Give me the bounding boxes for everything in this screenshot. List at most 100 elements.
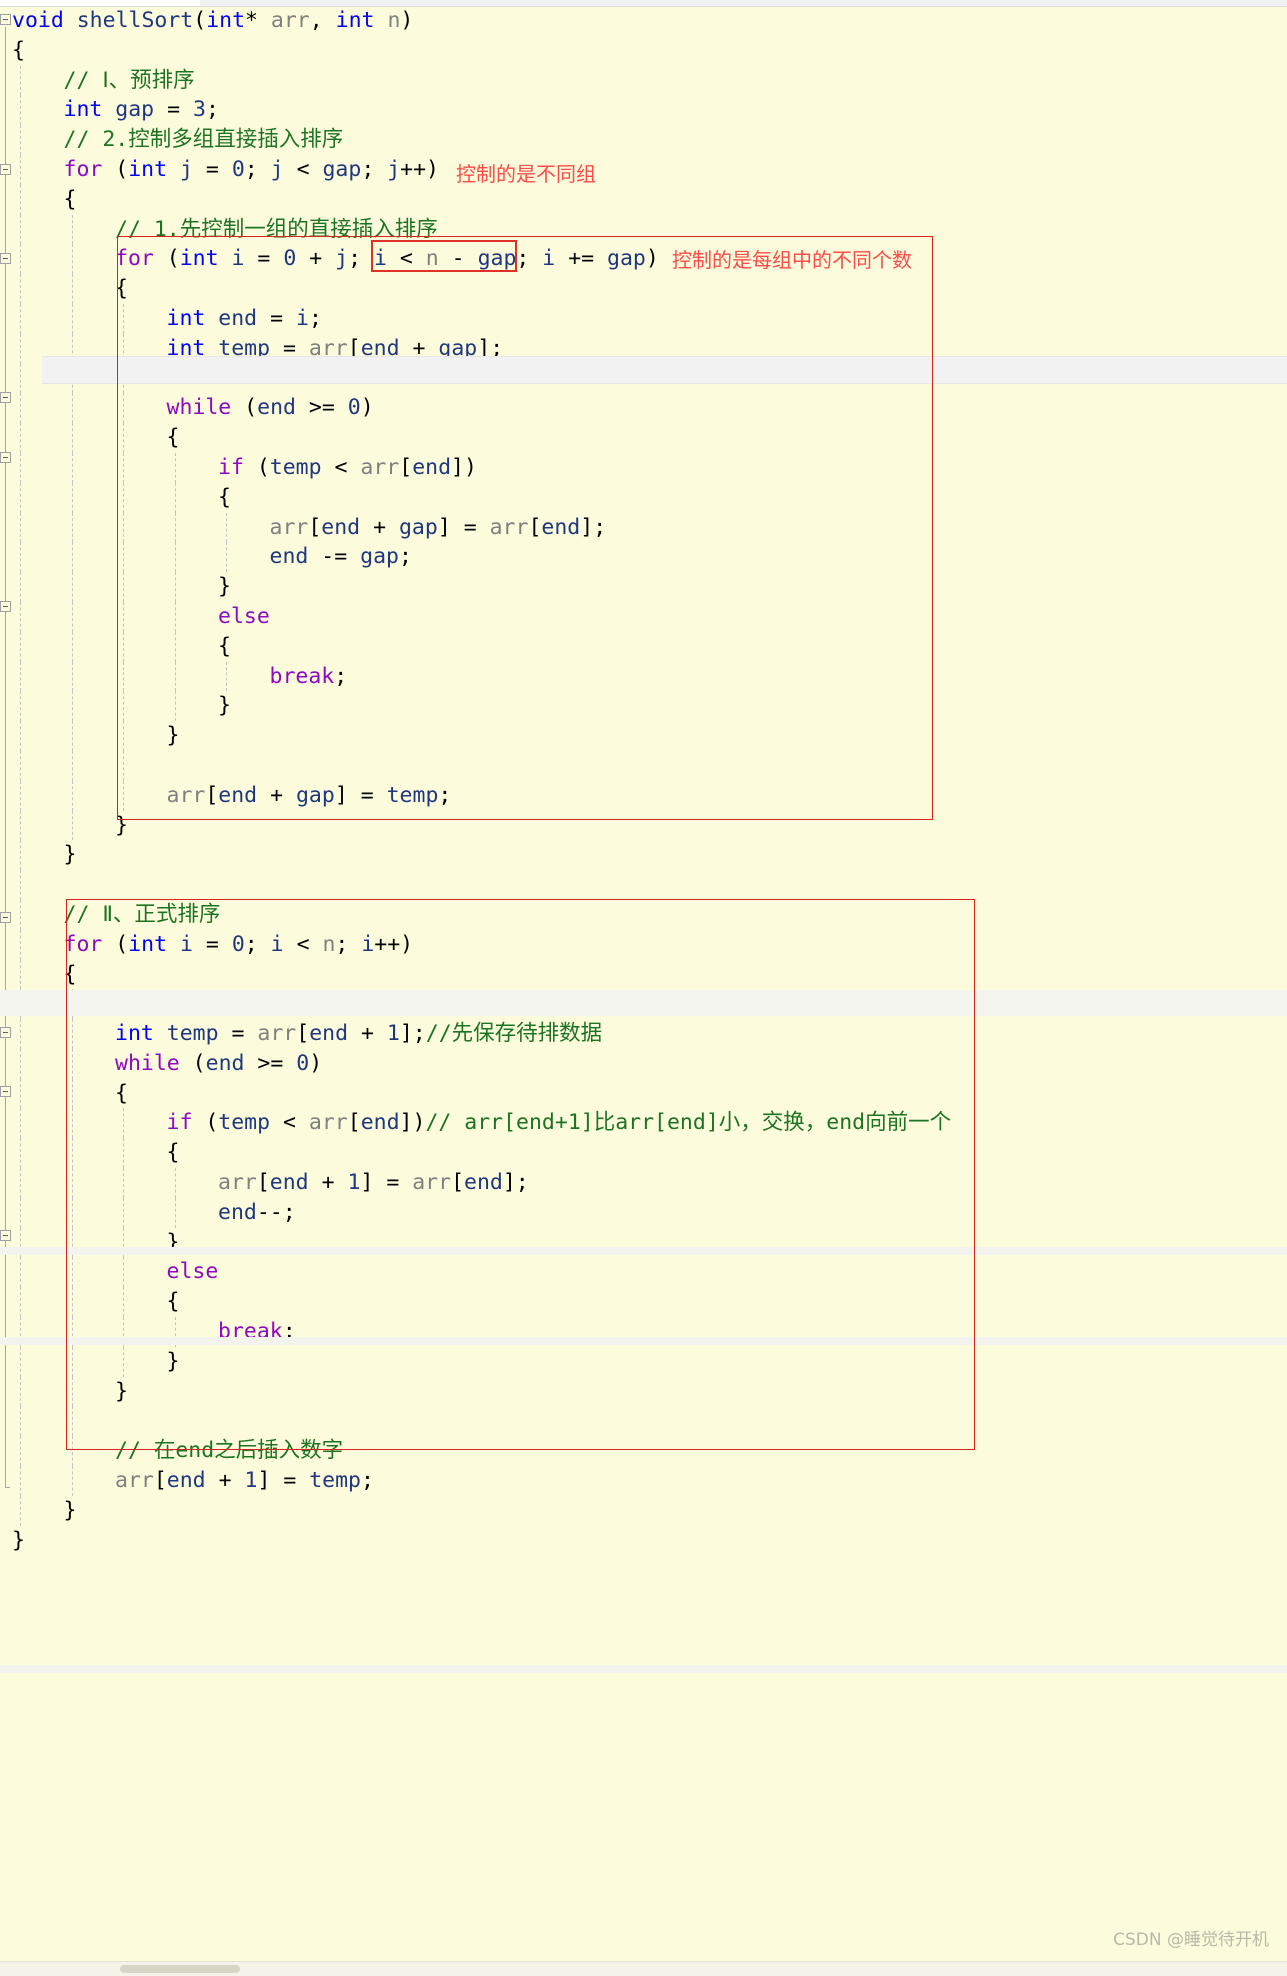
indent-guide [71,1108,73,1139]
code-line[interactable] [0,1406,1287,1437]
code-line[interactable]: else [0,1257,1287,1288]
horizontal-scrollbar[interactable] [120,1965,240,1973]
indent-guide [20,333,21,364]
indent-guide [174,482,176,513]
indent-guide [123,721,124,751]
code-line[interactable]: while (end >= 0) [0,393,1287,424]
indent-guide [20,512,21,543]
code-line[interactable]: } [0,840,1287,871]
code-line[interactable]: { [0,274,1287,304]
code-line[interactable]: // 在end之后插入数字 [0,1436,1287,1467]
code-line-text: else [218,603,270,629]
watermark: CSDN @睡觉待开机 [1113,1930,1269,1950]
indent-guide [123,512,124,543]
indent-guide [20,154,21,185]
changed-region-band-2 [0,1247,1287,1255]
code-line[interactable]: { [0,184,1287,215]
code-line-text: { [166,1140,180,1166]
code-line[interactable]: { [0,423,1287,453]
indent-guide [123,1346,124,1377]
code-line[interactable]: arr[end + 1] = temp; [0,1466,1287,1496]
code-line[interactable]: end -= gap; [0,542,1287,573]
code-line-text: // 2.控制多组直接插入排序 [63,127,344,153]
code-line[interactable]: for (int j = 0; j < gap; j++) [0,154,1287,185]
code-line[interactable]: for (int i = 0 + j; i < n - gap; i += ga… [0,244,1287,275]
code-line-text: } [218,574,231,600]
code-line[interactable]: { [0,959,1287,990]
code-line[interactable]: while (end >= 0) [0,1048,1287,1079]
code-line[interactable]: // 2.控制多组直接插入排序 [0,125,1287,155]
code-line[interactable]: } [0,1526,1287,1556]
code-line[interactable]: } [0,1376,1287,1407]
indent-guide [226,542,227,573]
code-line[interactable]: arr[end + gap] = arr[end]; [0,512,1287,543]
code-editor[interactable]: void shellSort(int* arr, int n) {// Ⅰ、预排序… [0,0,1287,1976]
indent-guide [71,1078,73,1109]
code-line[interactable]: { [0,1138,1287,1169]
code-line-text: break; [269,663,348,689]
indent-guide [123,691,124,722]
code-line[interactable]: // Ⅰ、预排序 [0,65,1287,96]
code-line[interactable]: if (temp < arr[end])// arr[end+1]比arr[en… [0,1108,1287,1139]
code-line[interactable]: int end = i; [0,303,1287,334]
changed-region-band-1 [0,990,1287,1016]
code-line-text: { [218,484,231,510]
code-line-text: // 1.先控制一组的直接插入排序 [115,216,438,242]
code-line-text: } [166,723,180,749]
code-line-text: { [63,961,77,987]
code-line[interactable]: { [0,1287,1287,1318]
indent-guide [71,810,73,841]
indent-guide [20,1436,21,1467]
indent-guide [174,1197,176,1228]
indent-guide [71,1019,73,1049]
code-line[interactable]: { [0,1078,1287,1109]
code-line[interactable]: } [0,1346,1287,1377]
indent-guide [71,1048,73,1079]
code-line[interactable]: break; [0,661,1287,692]
indent-guide [20,780,21,811]
indent-guide [123,1257,124,1288]
code-line[interactable]: { [0,36,1287,66]
code-line-text: } [166,1348,180,1374]
code-line[interactable]: for (int i = 0; i < n; i++) [0,929,1287,960]
code-line[interactable]: } [0,721,1287,751]
code-line[interactable]: int gap = 3; [0,95,1287,126]
indent-guide [20,423,21,453]
code-line-text: arr[end + 1] = temp; [115,1468,374,1494]
changed-region-band-3 [0,1337,1287,1345]
code-line[interactable]: arr[end + 1] = arr[end]; [0,1168,1287,1198]
indent-guide [20,1168,21,1198]
indent-guide [71,512,73,543]
code-line[interactable] [0,870,1287,900]
code-line[interactable]: if (temp < arr[end]) [0,452,1287,483]
code-line[interactable]: end--; [0,1197,1287,1228]
code-line[interactable]: { [0,631,1287,662]
code-line[interactable]: int temp = arr[end + 1];//先保存待排数据 [0,1019,1287,1049]
indent-guide [71,631,73,662]
indent-guide [71,1406,73,1437]
indent-guide [71,1197,73,1228]
code-line[interactable]: } [0,1495,1287,1526]
code-line[interactable]: void shellSort(int* arr, int n) [0,6,1287,36]
indent-guide [20,184,21,215]
code-line-text: { [12,37,25,63]
indent-guide [20,1197,21,1228]
indent-guide [174,601,176,632]
indent-guide [20,1257,21,1288]
indent-guide [20,65,21,96]
code-line[interactable]: } [0,572,1287,602]
indent-guide [71,393,73,424]
indent-guide [71,1168,73,1198]
code-line[interactable]: } [0,810,1287,841]
code-line[interactable]: // Ⅱ、正式排序 [0,899,1287,930]
indent-guide [71,1138,73,1169]
code-line[interactable]: else [0,601,1287,632]
indent-guide [71,1346,73,1377]
code-line[interactable]: { [0,482,1287,513]
code-line[interactable]: // 1.先控制一组的直接插入排序 [0,214,1287,245]
code-line[interactable]: } [0,691,1287,722]
code-line[interactable] [0,750,1287,781]
code-line[interactable]: arr[end + gap] = temp; [0,780,1287,811]
indent-guide [20,95,21,126]
code-line-text: int end = i; [166,305,322,331]
